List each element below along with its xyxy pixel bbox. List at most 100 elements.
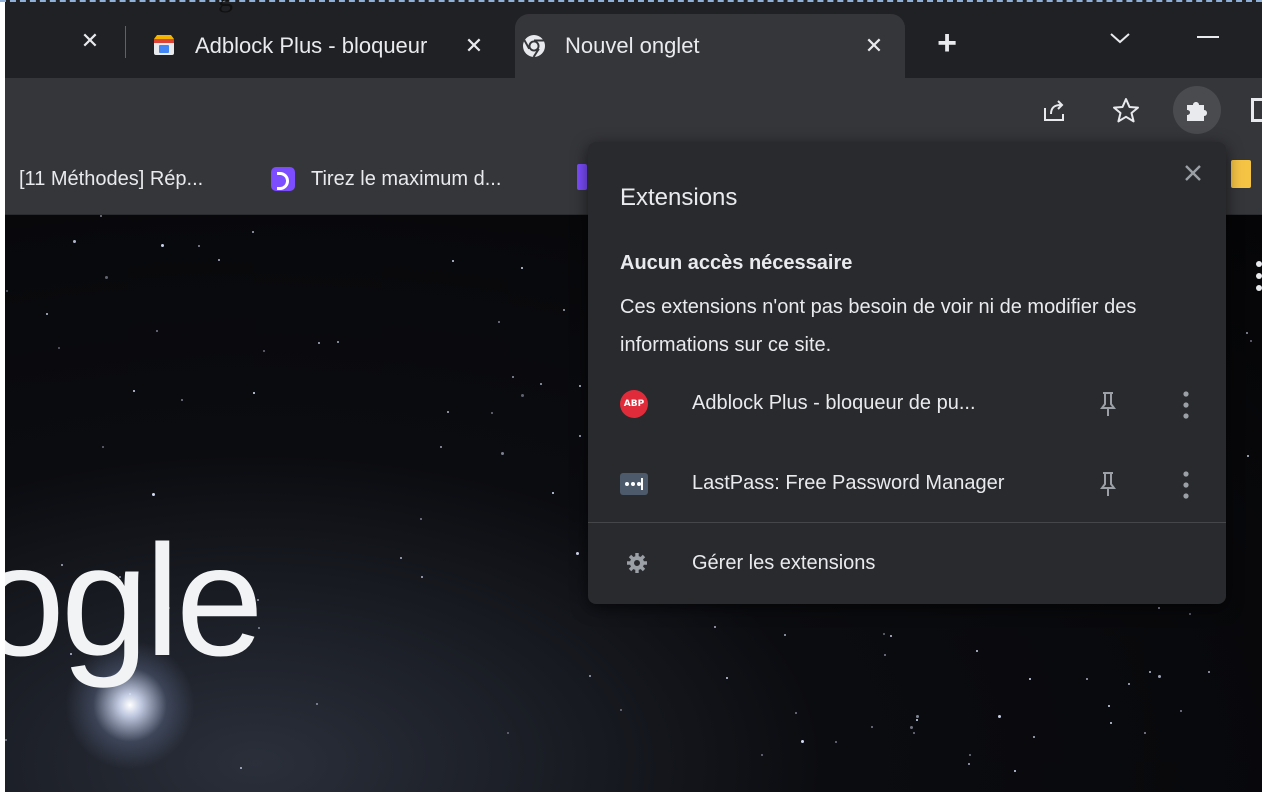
tab-adblock-plus[interactable]: Adblock Plus - bloqueur ✕ [145, 14, 505, 78]
star [1208, 671, 1210, 673]
star [198, 245, 200, 247]
divider [588, 522, 1226, 523]
star [218, 259, 220, 261]
tab-title: Nouvel onglet [565, 33, 700, 58]
star [589, 675, 591, 677]
share-icon[interactable] [1037, 94, 1071, 128]
manage-extensions-label: Gérer les extensions [692, 552, 876, 574]
star [913, 732, 915, 734]
star [240, 767, 242, 769]
star [73, 240, 76, 243]
page-menu-dots-icon[interactable] [1255, 258, 1262, 298]
star [540, 383, 542, 385]
star [421, 576, 423, 578]
star [1158, 675, 1161, 678]
star [1108, 705, 1110, 707]
star [579, 385, 581, 387]
star [969, 754, 971, 756]
star [1250, 340, 1252, 342]
star [1110, 722, 1112, 724]
star [998, 715, 1001, 718]
previous-tab-close-icon[interactable]: ✕ [75, 26, 105, 56]
star [714, 626, 716, 628]
extensions-button[interactable] [1173, 86, 1221, 134]
pin-icon[interactable] [1096, 470, 1120, 498]
puzzle-icon [1187, 102, 1207, 121]
tab-close-icon[interactable]: ✕ [859, 33, 889, 59]
lastpass-icon [620, 470, 648, 498]
star [552, 492, 554, 494]
star [156, 330, 158, 332]
gear-icon [627, 553, 647, 573]
extension-row-lastpass[interactable]: LastPass: Free Password Manager [588, 454, 1226, 514]
star [726, 677, 728, 679]
star [801, 740, 804, 743]
star [890, 635, 892, 637]
minimize-icon[interactable] [1197, 36, 1219, 38]
star [491, 412, 493, 414]
star [916, 715, 919, 718]
star [498, 321, 500, 323]
bookmark-favicon-icon [271, 167, 295, 191]
selection-border [0, 0, 1262, 8]
abp-icon: ABP [620, 390, 648, 418]
star [252, 231, 254, 233]
bookmark-favicon-icon[interactable] [577, 164, 587, 190]
extension-name: Adblock Plus - bloqueur de pu... [692, 392, 976, 414]
manage-extensions-button[interactable]: Gérer les extensions [588, 536, 1226, 592]
star [46, 313, 48, 315]
bookmark-item[interactable]: [11 Méthodes] Rép... [19, 162, 203, 196]
star [152, 493, 155, 496]
star [133, 390, 135, 392]
star [968, 763, 970, 765]
star [1128, 683, 1130, 685]
more-options-icon[interactable] [1180, 388, 1192, 422]
star [452, 260, 454, 262]
star [316, 703, 318, 705]
star [447, 411, 449, 413]
star [400, 557, 402, 559]
star [6, 290, 8, 292]
star [883, 633, 885, 635]
popup-title: Extensions [620, 184, 738, 211]
bookmark-folder-icon[interactable] [1231, 160, 1251, 188]
extension-name: LastPass: Free Password Manager [692, 472, 1005, 494]
tab-new-tab[interactable]: Nouvel onglet ✕ [515, 14, 905, 78]
star [512, 376, 514, 378]
bookmark-item[interactable]: Tirez le maximum d... [271, 162, 501, 196]
star [871, 726, 873, 728]
caption-snippet: g [218, 0, 233, 12]
bookmark-star-icon[interactable] [1109, 94, 1143, 128]
star [318, 342, 320, 344]
star [761, 754, 763, 756]
star [620, 709, 622, 711]
star [1189, 613, 1191, 615]
tab-search-chevron-down-icon[interactable] [1105, 24, 1135, 54]
star [910, 726, 913, 729]
star [58, 347, 60, 349]
tab-close-icon[interactable]: ✕ [459, 33, 489, 59]
more-options-icon[interactable] [1180, 468, 1192, 502]
star [1029, 678, 1031, 680]
star [181, 399, 183, 401]
close-icon[interactable] [1178, 158, 1208, 188]
new-tab-plus-icon[interactable]: + [927, 24, 967, 64]
star [916, 719, 918, 721]
star [1086, 678, 1088, 680]
extension-row-adblock-plus[interactable]: ABP Adblock Plus - bloqueur de pu... [588, 374, 1226, 434]
star [835, 741, 837, 743]
pin-icon[interactable] [1096, 390, 1120, 418]
star [105, 276, 108, 279]
star [784, 634, 786, 636]
tab-strip: ✕ Adblock Plus - bloqueur ✕ Nouvel ongle… [5, 0, 1262, 78]
section-title: Aucun accès nécessaire [620, 252, 853, 274]
toolbar [5, 78, 1262, 142]
star [1158, 607, 1160, 609]
star [579, 435, 581, 437]
star [100, 215, 102, 217]
bookmark-label: [11 Méthodes] Rép... [19, 167, 204, 190]
star [795, 712, 797, 714]
star [420, 518, 422, 520]
tab-title: Adblock Plus - bloqueur [195, 33, 428, 58]
side-panel-icon[interactable] [1251, 98, 1262, 122]
